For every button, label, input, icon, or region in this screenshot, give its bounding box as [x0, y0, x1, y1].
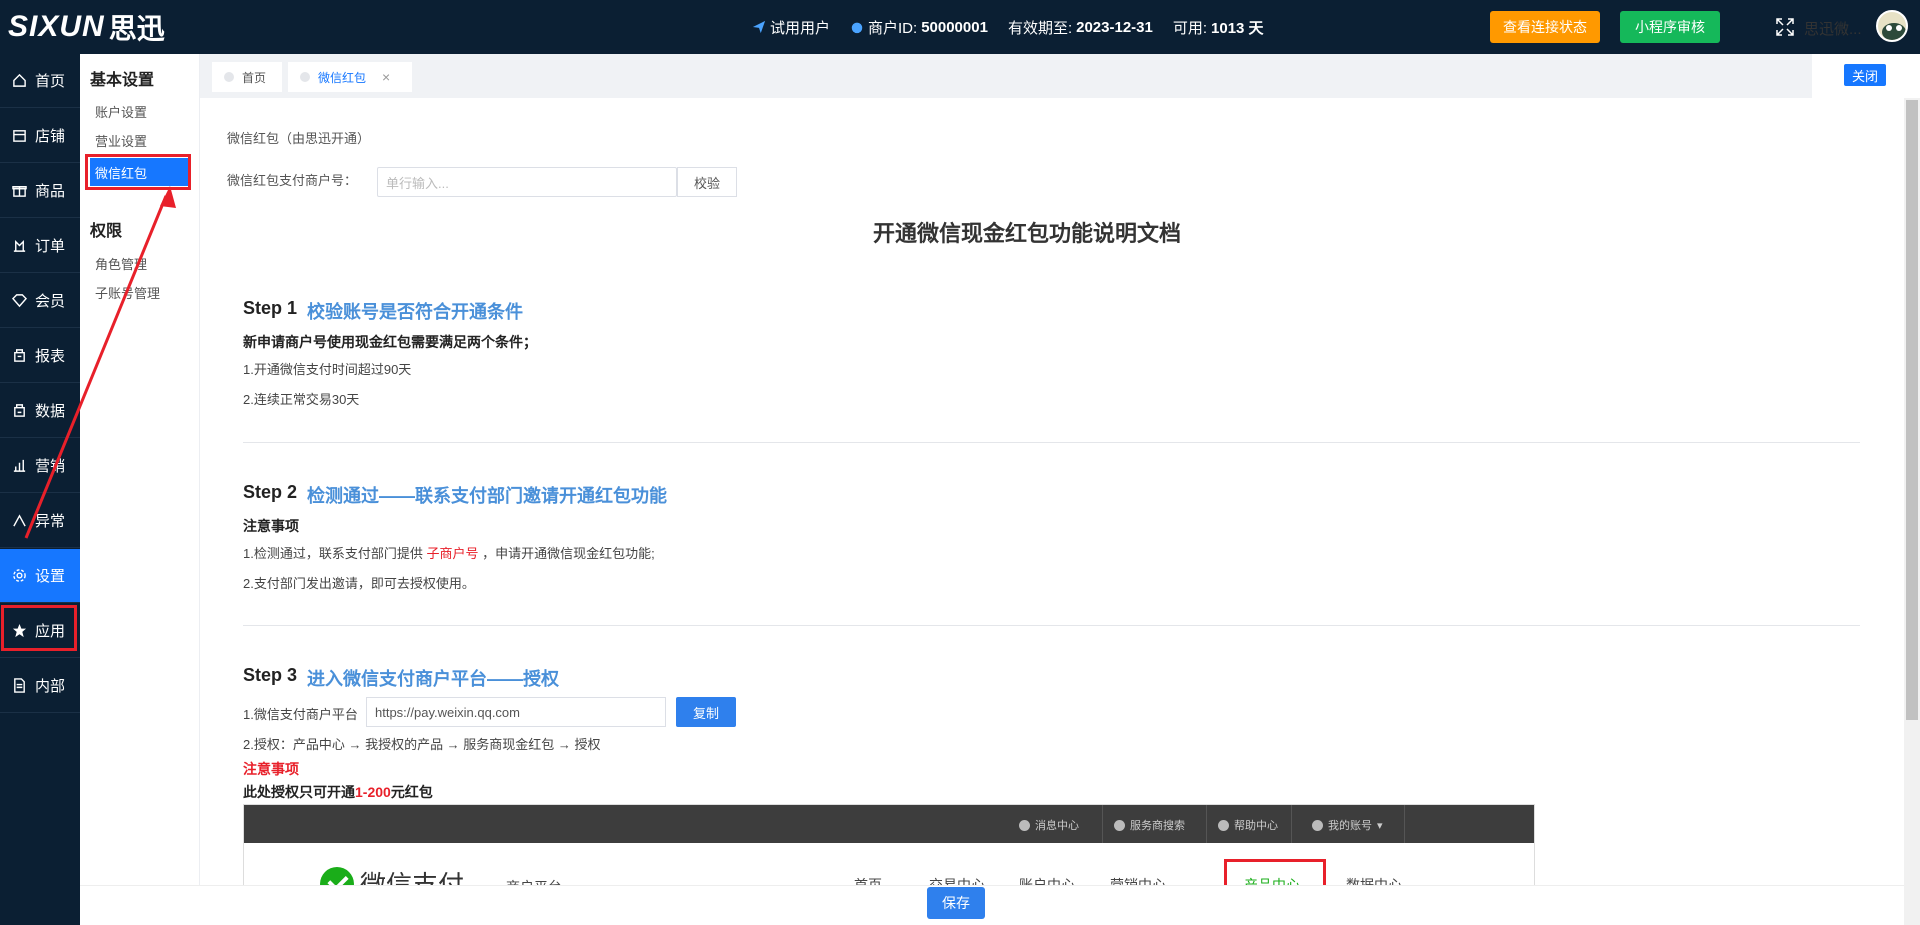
- connection-status-button[interactable]: 查看连接状态: [1490, 11, 1600, 43]
- username[interactable]: 思迅微...: [1804, 18, 1862, 39]
- nav-item-marketing[interactable]: 营销: [0, 439, 80, 493]
- store-icon: [13, 130, 26, 142]
- nav-item-exception[interactable]: 异常: [0, 494, 80, 548]
- platform-url-input[interactable]: https://pay.weixin.qq.com: [366, 697, 666, 727]
- redpacket-highlight-box: [85, 154, 191, 190]
- settings-highlight-box: [1, 605, 77, 651]
- subnav-item-subaccount[interactable]: 子账号管理: [95, 283, 160, 302]
- embed-separator: [1206, 805, 1207, 843]
- subnav-item-role[interactable]: 角色管理: [95, 254, 147, 273]
- step1-heading: Step 1 校验账号是否符合开通条件: [243, 298, 524, 322]
- main-sidebar: 首页 店铺 商品 订单 会员 报表 数据 营销 异常 设置 应用 内部: [0, 54, 80, 925]
- order-icon: [13, 240, 26, 252]
- subnav-heading-basic: 基本设置: [90, 72, 155, 89]
- nav-item-orders[interactable]: 订单: [0, 219, 80, 273]
- main-content: 微信红包（由思迅开通） 微信红包支付商户号： 单行输入... 校验 开通微信现金…: [200, 98, 1904, 925]
- step3-heading: Step 3 进入微信支付商户平台——授权: [243, 665, 560, 689]
- expire-date: 有效期至: 2023-12-31: [1007, 18, 1153, 37]
- fullscreen-icon[interactable]: [1776, 18, 1794, 36]
- doc-title: 开通微信现金红包功能说明文档: [872, 221, 1181, 246]
- divider: [243, 442, 1860, 443]
- user-icon: [1312, 819, 1323, 831]
- save-bar: [80, 885, 1904, 925]
- verify-button[interactable]: 校验: [677, 167, 737, 197]
- available-days: 可用: 1013 天: [1172, 19, 1264, 37]
- step1-condition-1: 1.开通微信支付时间超过90天: [243, 362, 412, 377]
- nav-item-report[interactable]: 报表: [0, 329, 80, 383]
- embed-link-messages: 消息中心: [1019, 817, 1079, 833]
- message-icon: [1019, 819, 1030, 831]
- search-icon: [1114, 819, 1125, 831]
- merchant-id: 商户ID: 50000001: [850, 17, 988, 38]
- data-icon: [14, 404, 25, 417]
- nav-item-data[interactable]: 数据: [0, 384, 80, 438]
- miniprogram-review-button[interactable]: 小程序审核: [1620, 11, 1720, 43]
- step1-condition-2: 2.连续正常交易30天: [243, 392, 360, 407]
- scrollbar-thumb[interactable]: [1906, 100, 1918, 720]
- account-info: 试用用户 商户ID: 50000001 有效期至: 2023-12-31 可用: 10…: [752, 0, 1264, 54]
- tab-home[interactable]: 首页: [212, 62, 282, 92]
- step3-limit: 此处授权只可开通1-200元红包: [243, 784, 433, 800]
- tabs-bar: 首页 微信红包 ×: [200, 54, 1810, 98]
- copy-button[interactable]: 复制: [676, 697, 736, 727]
- close-icon[interactable]: ×: [382, 69, 390, 85]
- chart-icon: [13, 459, 26, 472]
- step1-subtitle: 新申请商户号使用现金红包需要满足两个条件；: [243, 334, 537, 350]
- step2-heading: Step 2 检测通过——联系支付部门邀请开通红包功能: [243, 482, 668, 506]
- tab-dot-icon: [224, 72, 234, 82]
- merchant-number-label: 微信红包支付商户号：: [227, 173, 358, 188]
- logo-text: SIXUN: [8, 10, 105, 43]
- step3-note-heading: 注意事项: [243, 761, 299, 777]
- step2-note-2: 2.支付部门发出邀请，即可去授权使用。: [243, 576, 475, 591]
- nav-item-member[interactable]: 会员: [0, 274, 80, 328]
- nav-item-home[interactable]: 首页: [0, 54, 80, 108]
- nav-item-store[interactable]: 店铺: [0, 109, 80, 163]
- send-icon: [752, 20, 766, 34]
- subnav-item-account[interactable]: 账户设置: [95, 102, 147, 121]
- tab-dot-icon: [300, 72, 310, 82]
- page-title: 微信红包（由思迅开通）: [227, 131, 371, 146]
- logo-cn: 思迅: [108, 13, 165, 44]
- nav-item-settings[interactable]: 设置: [0, 549, 80, 603]
- embed-link-search: 服务商搜索: [1114, 817, 1185, 833]
- caret-down-icon: ▾: [1377, 819, 1383, 832]
- document-icon: [14, 678, 25, 693]
- embed-separator: [1404, 805, 1405, 843]
- embed-topbar: 消息中心 服务商搜索 帮助中心 我的账号 ▾: [244, 805, 1534, 843]
- gear-icon: [13, 569, 26, 582]
- divider: [243, 625, 1860, 626]
- close-tabs-button[interactable]: 关闭: [1844, 64, 1886, 86]
- embed-separator: [1102, 805, 1103, 843]
- drop-icon: [851, 22, 863, 34]
- avatar[interactable]: [1876, 10, 1908, 42]
- embed-link-account: 我的账号 ▾: [1312, 817, 1383, 833]
- help-icon: [1218, 819, 1229, 831]
- diamond-icon: [12, 294, 27, 308]
- merchant-number-input[interactable]: 单行输入...: [377, 167, 677, 197]
- subnav-heading-permission: 权限: [90, 223, 123, 240]
- gift-icon: [12, 186, 27, 197]
- home-icon: [13, 73, 26, 87]
- embed-separator: [1291, 805, 1292, 843]
- logo: SIXUN 思迅: [8, 10, 165, 44]
- nav-item-goods[interactable]: 商品: [0, 164, 80, 218]
- settings-subnav: 基本设置 账户设置 营业设置 微信红包 权限 角色管理 子账号管理: [80, 54, 200, 925]
- step2-subtitle: 注意事项: [243, 518, 299, 534]
- user-type: 试用用户: [752, 17, 830, 38]
- save-button[interactable]: 保存: [927, 887, 985, 919]
- embed-link-help: 帮助中心: [1218, 817, 1278, 833]
- report-icon: [14, 349, 25, 362]
- step3-platform-label: 1.微信支付商户平台: [243, 707, 358, 722]
- step3-auth-path: 2.授权：产品中心 → 我授权的产品 → 服务商现金红包 → 授权: [243, 737, 601, 752]
- nav-item-internal[interactable]: 内部: [0, 659, 80, 713]
- subnav-item-business[interactable]: 营业设置: [95, 131, 147, 150]
- warning-icon: [13, 514, 26, 527]
- tab-redpacket[interactable]: 微信红包 ×: [288, 62, 412, 92]
- step2-note-1: 1.检测通过，联系支付部门提供 子商户号 ，申请开通微信现金红包功能;: [243, 546, 655, 561]
